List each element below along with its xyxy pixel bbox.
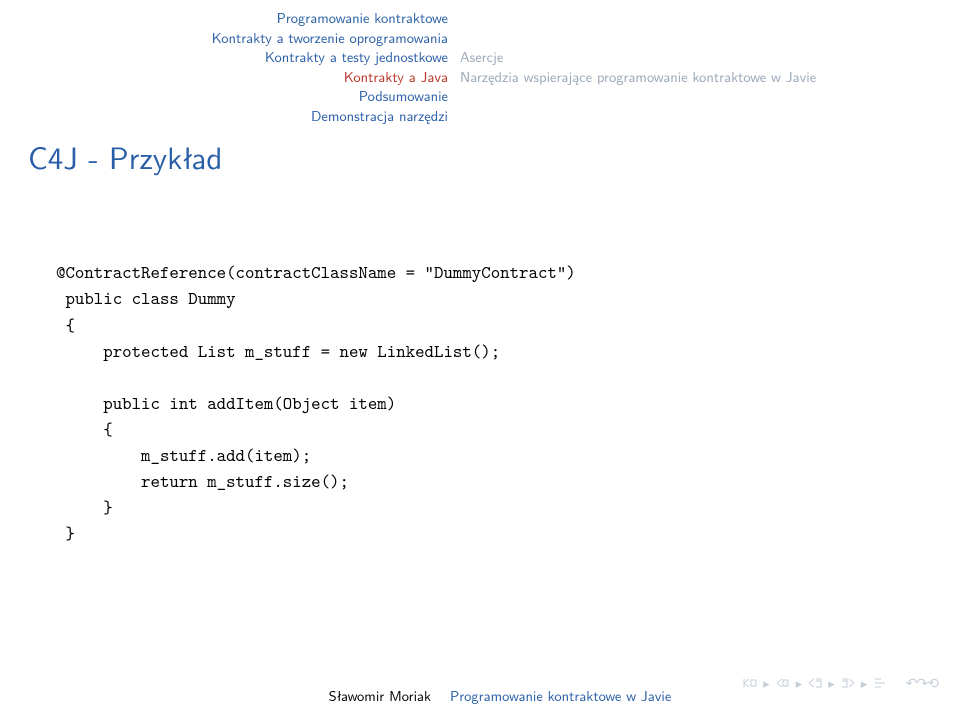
nav-section-item[interactable]: Demonstracja narzędzi bbox=[0, 106, 448, 126]
nav-sections: Programowanie kontraktowe Kontrakty a tw… bbox=[0, 8, 460, 125]
nav-subsections: Asercje Narzędzia wspierające programowa… bbox=[460, 8, 950, 125]
nav-section-item[interactable]: Programowanie kontraktowe bbox=[0, 8, 448, 28]
code-listing: @ContractReference(contractClassName = "… bbox=[0, 179, 960, 546]
nav-next-slide-icon[interactable] bbox=[841, 678, 855, 688]
nav-prev-icon[interactable] bbox=[776, 678, 790, 688]
slide-title: C4J - Przykład bbox=[0, 125, 960, 179]
nav-sep-icon: ▸ bbox=[861, 674, 868, 693]
beamer-nav-icons: ▸ ▸ ▸ ▸ ↶↷⟲ bbox=[743, 673, 938, 693]
nav-section-item-current[interactable]: Kontrakty a Java bbox=[0, 67, 448, 87]
nav-subsection-item[interactable]: Narzędzia wspierające programowanie kont… bbox=[460, 67, 950, 87]
footer-title: Programowanie kontraktowe w Javie bbox=[450, 685, 671, 706]
nav-section-item[interactable]: Kontrakty a testy jednostkowe bbox=[0, 47, 448, 67]
nav-sep-icon: ▸ bbox=[763, 674, 770, 693]
nav-dash-icon[interactable] bbox=[873, 678, 887, 688]
nav-sep-icon bbox=[893, 674, 900, 693]
nav-first-icon[interactable] bbox=[743, 678, 757, 688]
footer-author: Sławomir Moriak bbox=[329, 685, 445, 706]
nav-prev-slide-icon[interactable] bbox=[808, 678, 822, 688]
nav-section-item[interactable]: Kontrakty a tworzenie oprogramowania bbox=[0, 28, 448, 48]
slide-header: Programowanie kontraktowe Kontrakty a tw… bbox=[0, 0, 960, 125]
slide-footer: Sławomir Moriak Programowanie kontraktow… bbox=[0, 685, 960, 706]
nav-reload-icon[interactable]: ↶↷⟲ bbox=[906, 673, 938, 693]
nav-section-item[interactable]: Podsumowanie bbox=[0, 86, 448, 106]
nav-subsection-item[interactable]: Asercje bbox=[460, 47, 950, 67]
nav-sep-icon: ▸ bbox=[796, 674, 803, 693]
nav-sep-icon: ▸ bbox=[828, 674, 835, 693]
